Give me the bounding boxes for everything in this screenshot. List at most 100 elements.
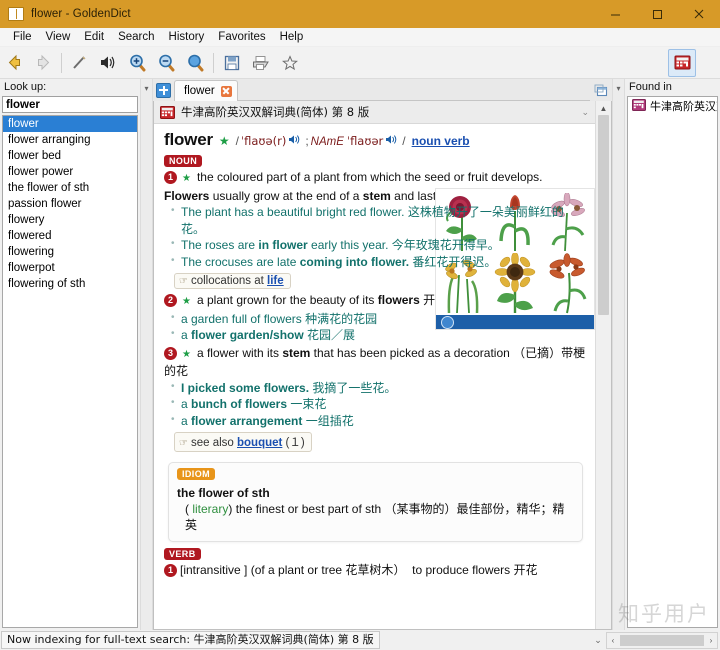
zoom-in-icon[interactable] [124,49,151,76]
horizontal-scrollbar[interactable]: ‹ › [606,631,718,649]
speaker-icon-british[interactable] [288,133,301,152]
pos-tag-verb: VERB [164,548,201,560]
hscrollbar-thumb[interactable] [620,634,704,646]
chevron-down-icon[interactable]: ⌄ [581,107,589,118]
article-view[interactable]: 牛津高阶英汉双解词典(简体) 第 8 版 ⌄ flower ★ / ˈflaʊə… [154,101,595,629]
favorite-star-icon[interactable] [276,49,303,76]
sense-definition: a flower with its stem that has been pic… [164,345,586,379]
list-item[interactable]: flowering [3,244,137,260]
article-view-wrapper: 牛津高阶英汉双解词典(简体) 第 8 版 ⌄ flower ★ / ˈflaʊə… [153,101,612,630]
pencil-icon[interactable] [66,49,93,76]
minimize-button[interactable] [594,0,636,28]
pos-links[interactable]: noun verb [412,132,470,151]
tab-bar: flower [153,79,612,101]
menu-item-edit[interactable]: Edit [77,30,111,44]
example: The plant has a beautiful bright red flo… [164,203,587,237]
dictionary-book-icon [632,98,646,114]
menu-item-file[interactable]: File [6,30,39,44]
menu-item-help[interactable]: Help [273,30,311,44]
tab-flower[interactable]: flower [174,80,238,101]
idiom-section: IDIOM the flower of sth ( literary) the … [168,462,583,542]
example: a flower arrangement 一组插花 [164,412,587,430]
search-input[interactable]: flower [2,96,138,113]
list-item[interactable]: flowerpot [3,260,137,276]
zoom-out-icon[interactable] [153,49,180,76]
list-item[interactable]: passion flower [3,196,137,212]
maximize-button[interactable] [636,0,678,28]
menu-item-history[interactable]: History [162,30,212,44]
article-pane: flower 牛津高阶英汉双解词典(简体) 第 8 版 ⌄ flower ★ /… [153,79,612,630]
xref-link[interactable]: life [267,275,284,287]
close-button[interactable] [678,0,720,28]
nam-label: NAmE [310,136,344,148]
found-in-dictionaries-title: Found in Dictionaries: [629,81,690,110]
close-tab-icon[interactable] [220,85,232,97]
status-message: Now indexing for full-text search: 牛津高阶英… [1,631,380,649]
print-icon[interactable] [247,49,274,76]
lookup-label: Look up: [4,81,47,93]
scrollbar-thumb[interactable] [598,115,609,315]
article-body: flower ★ / ˈflaʊə(r) ; NAmE ˈflaʊər / no… [154,124,595,583]
menu-item-view[interactable]: View [39,30,78,44]
phonetic-slash-open: / [235,134,239,148]
dictionaries-icon[interactable] [668,48,696,77]
list-item[interactable]: flower arranging [3,132,137,148]
sense-star-icon: ★ [182,348,191,360]
list-item[interactable]: the flower of sth [3,180,137,196]
menu-item-favorites[interactable]: Favorites [211,30,272,44]
verb-section-tag-row: VERB [164,548,587,561]
headword: flower [164,130,213,149]
list-item[interactable]: flowered [3,228,137,244]
dictionary-book-icon [160,105,175,119]
zoom-reset-icon[interactable] [182,49,209,76]
lookup-pane: Look up: flower flower flower arranging … [0,79,140,630]
speaker-icon[interactable] [95,49,122,76]
example: The crocuses are late coming into flower… [164,253,587,271]
dictionary-name: 牛津高阶英汉双解词典(简体) 第 8 版 [181,105,370,119]
cross-reference[interactable]: ☞ collocations at life [174,273,291,289]
found-dictionaries-list[interactable]: 牛津高阶英汉双解词典(简体) 第 8 版 [627,96,718,628]
speaker-icon-american[interactable] [385,133,398,152]
xref-link[interactable]: bouquet [237,437,282,449]
idiom-tag: IDIOM [177,468,215,480]
scrollbar-track[interactable] [596,315,611,629]
back-icon[interactable] [1,49,28,76]
main-toolbar [0,47,720,79]
goldendict-window: flower - GoldenDict File View Edit Searc… [0,0,720,650]
xref-row-3: ☞ see also bouquet (１) [164,429,587,454]
sense-number: 1 [164,564,177,577]
status-chevron-icon[interactable]: ⌄ [590,635,606,646]
verb-sense-1: 1 [intransitive ] (of a plant or tree 花草树… [164,562,587,579]
add-tab-button[interactable] [153,79,174,101]
list-item[interactable]: flowery [3,212,137,228]
headword-line: flower ★ / ˈflaʊə(r) ; NAmE ˈflaʊər / no… [164,130,587,152]
scroll-right-arrow[interactable]: › [705,636,717,645]
pointing-hand-icon: ☞ [179,276,188,287]
word-list[interactable]: flower flower arranging flower bed flowe… [2,115,138,628]
list-item[interactable]: 牛津高阶英汉双解词典(简体) 第 8 版 [628,97,717,115]
cross-reference[interactable]: ☞ see also bouquet (１) [174,432,312,452]
tab-bar-filler [237,79,590,101]
status-bar: Now indexing for full-text search: 牛津高阶英… [0,630,720,650]
example: a flower garden/show 花园／展 [164,326,587,344]
list-item[interactable]: flower [3,116,137,132]
sense-star-icon: ★ [182,296,191,307]
left-splitter-handle[interactable]: ▾ [140,79,153,635]
sense-star-icon: ★ [182,173,191,184]
menu-item-search[interactable]: Search [111,30,161,44]
list-item[interactable]: flower power [3,164,137,180]
scroll-up-arrow[interactable]: ▲ [596,101,611,115]
pointing-hand-icon: ☞ [179,438,188,449]
sense-number: 1 [164,171,177,184]
new-window-icon[interactable] [590,79,612,101]
article-scrollbar[interactable]: ▲ [595,101,611,629]
list-item[interactable]: flowering of sth [3,276,137,292]
sense-3: 3 ★ a flower with its stem that has been p… [164,345,587,380]
list-item[interactable]: flower bed [3,148,137,164]
dictionary-header[interactable]: 牛津高阶英汉双解词典(简体) 第 8 版 ⌄ [154,101,595,124]
scroll-left-arrow[interactable]: ‹ [607,636,619,645]
save-icon[interactable] [218,49,245,76]
phonetic-slash-close: / [402,134,406,148]
right-splitter-handle[interactable]: ▾ [612,79,625,635]
window-title: flower - GoldenDict [31,8,131,20]
